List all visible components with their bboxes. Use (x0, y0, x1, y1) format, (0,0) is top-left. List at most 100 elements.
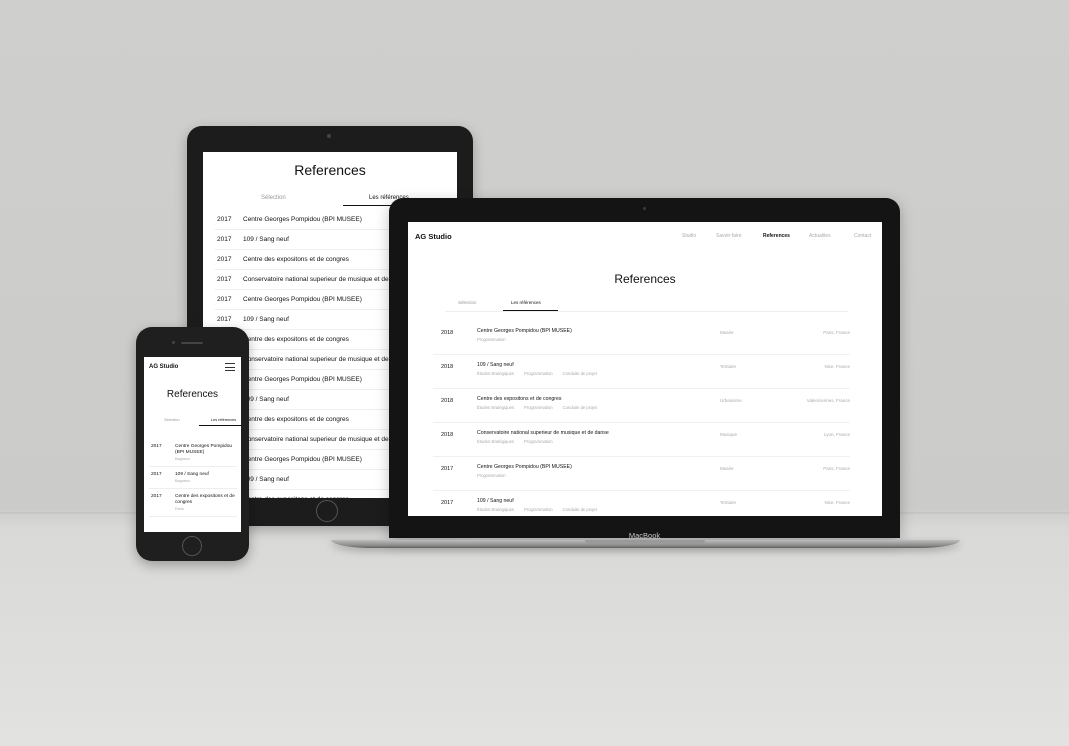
table-row[interactable]: 2018 Conservatoire national superieur de … (433, 423, 850, 457)
tag-label: Programmation (477, 337, 506, 342)
row-year: 2017 (217, 236, 232, 243)
tag-label: Programmation (477, 473, 506, 478)
camera-icon (643, 207, 646, 210)
hamburger-menu-icon[interactable] (225, 363, 235, 371)
tag-label: Études stratégiques (477, 439, 515, 444)
nav-references[interactable]: References (763, 233, 790, 239)
table-row[interactable]: 2018 Centre Georges Pompidou (BPI MUSEE) P… (433, 321, 850, 355)
tag-label: Programmation (524, 371, 553, 376)
laptop-notch (585, 540, 705, 544)
row-location: Lyon, France (823, 432, 850, 437)
row-year: 2018 (441, 432, 454, 438)
row-location: Bagneux (175, 457, 190, 461)
row-tags: Études stratégiques Programmation Conduite… (477, 507, 607, 512)
camera-icon (327, 134, 331, 138)
row-location: Bagneux (175, 479, 190, 483)
tab-selection[interactable]: Sélection (164, 418, 180, 422)
row-category: Tertiaire (720, 500, 737, 505)
page-title: References (614, 272, 676, 286)
tag-label: Programmation (524, 405, 553, 410)
row-year: 2017 (217, 316, 232, 323)
home-button[interactable] (182, 536, 202, 556)
references-list: 2017 Centre Georges Pompidou (BPI MUSEE) B… (149, 439, 237, 517)
row-year: 2017 (441, 466, 454, 472)
home-button[interactable] (316, 500, 338, 522)
nav-savoir-faire[interactable]: Savoir-faire (716, 233, 742, 239)
tag-label: Programmation (524, 507, 553, 512)
table-row[interactable]: 2017 Centre Georges Pompidou (BPI MUSEE) P… (433, 457, 850, 491)
row-location: Nice, France (824, 364, 850, 369)
row-year: 2017 (151, 444, 162, 449)
row-location: Valenciennes, France (806, 398, 850, 403)
camera-icon (172, 341, 175, 344)
row-name: Centre Georges Pompidou (BPI MUSEE) (477, 464, 572, 470)
tab-references[interactable]: Les références (211, 418, 236, 422)
nav-contact[interactable]: Contact (854, 233, 871, 239)
references-table: 2018 Centre Georges Pompidou (BPI MUSEE) P… (433, 321, 850, 516)
laptop-brand-label: MacBook (628, 531, 661, 540)
row-location: Nice, France (824, 500, 850, 505)
tag-label: Conduite de projet (562, 371, 597, 376)
tag-label: Conduite de projet (562, 507, 597, 512)
row-year: 2017 (217, 256, 232, 263)
site-logo[interactable]: AG Studio (149, 364, 178, 370)
row-location: Paris, France (823, 466, 850, 471)
phone-screen: AG Studio References Sélection Les référ… (144, 357, 241, 532)
table-row[interactable]: 2018 Centre des expositons et de congres É… (433, 389, 850, 423)
row-tags: Études stratégiques Programmation Conduite… (477, 371, 607, 376)
row-year: 2018 (441, 398, 454, 404)
row-year: 2017 (441, 500, 454, 506)
tag-label: Études stratégiques (477, 371, 515, 376)
list-item[interactable]: 2017 Centre Georges Pompidou (BPI MUSEE) B… (149, 439, 237, 467)
laptop-screen: AG Studio Studio Savoir-faire References… (408, 222, 882, 516)
row-category: Urbanisme (720, 398, 742, 403)
row-category: Musique (720, 432, 738, 437)
row-name: 109 / Sang neuf (477, 498, 514, 504)
row-year: 2017 (151, 472, 162, 477)
row-tags: Études stratégiques Programmation Conduite… (477, 405, 607, 410)
list-item[interactable]: 2017 109 / Sang neuf Bagneux (149, 467, 237, 489)
row-name: Centre des expositons et de congres (175, 494, 235, 505)
tab-references[interactable]: Les références (511, 300, 541, 305)
row-year: 2018 (441, 364, 454, 370)
row-name: Centre Georges Pompidou (BPI MUSEE) (477, 328, 572, 334)
row-year: 2017 (217, 216, 232, 223)
row-tags: Programmation (477, 473, 516, 478)
row-location: Paris (175, 507, 184, 511)
page-title: References (166, 389, 219, 400)
table-row[interactable]: 2018 109 / Sang neuf Études stratégiques Pr… (433, 355, 850, 389)
tab-selection[interactable]: Sélection (458, 300, 477, 305)
nav-actualites[interactable]: Actualites (809, 233, 831, 239)
row-name: Centre Georges Pompidou (BPI MUSEE) (175, 444, 233, 455)
speaker-icon (181, 342, 203, 344)
list-item[interactable]: 2017 Centre des expositons et de congres P… (149, 489, 237, 517)
site-logo[interactable]: AG Studio (415, 232, 452, 241)
row-category: Musée (720, 330, 734, 335)
active-tab-indicator (503, 310, 558, 311)
table-row[interactable]: 2017 109 / Sang neuf Études stratégiques Pr… (433, 491, 850, 516)
row-tags: Programmation (477, 337, 516, 342)
row-year: 2017 (217, 276, 232, 283)
row-category: Musée (720, 466, 734, 471)
row-year: 2017 (217, 296, 232, 303)
row-name: Centre des expositons et de congres (477, 396, 562, 402)
row-name: Conservatoire national superieur de musi… (477, 430, 609, 436)
tab-divider (445, 311, 848, 312)
row-tags: Études stratégiques Programmation (477, 439, 563, 444)
tag-label: Conduite de projet (562, 405, 597, 410)
row-category: Tertiaire (720, 364, 737, 369)
tag-label: Études stratégiques (477, 507, 515, 512)
page-title: References (294, 162, 366, 178)
row-name: 109 / Sang neuf (175, 472, 209, 477)
active-tab-indicator (199, 425, 241, 426)
nav-studio[interactable]: Studio (682, 233, 696, 239)
tag-label: Programmation (524, 439, 553, 444)
row-year: 2018 (441, 330, 454, 336)
row-location: Paris, France (823, 330, 850, 335)
tag-label: Études stratégiques (477, 405, 515, 410)
row-name: 109 / Sang neuf (477, 362, 514, 368)
laptop-device: AG Studio Studio Savoir-faire References… (389, 198, 900, 540)
phone-device: AG Studio References Sélection Les référ… (136, 327, 249, 561)
row-year: 2017 (151, 494, 162, 499)
tab-selection[interactable]: Sélection (261, 195, 286, 201)
